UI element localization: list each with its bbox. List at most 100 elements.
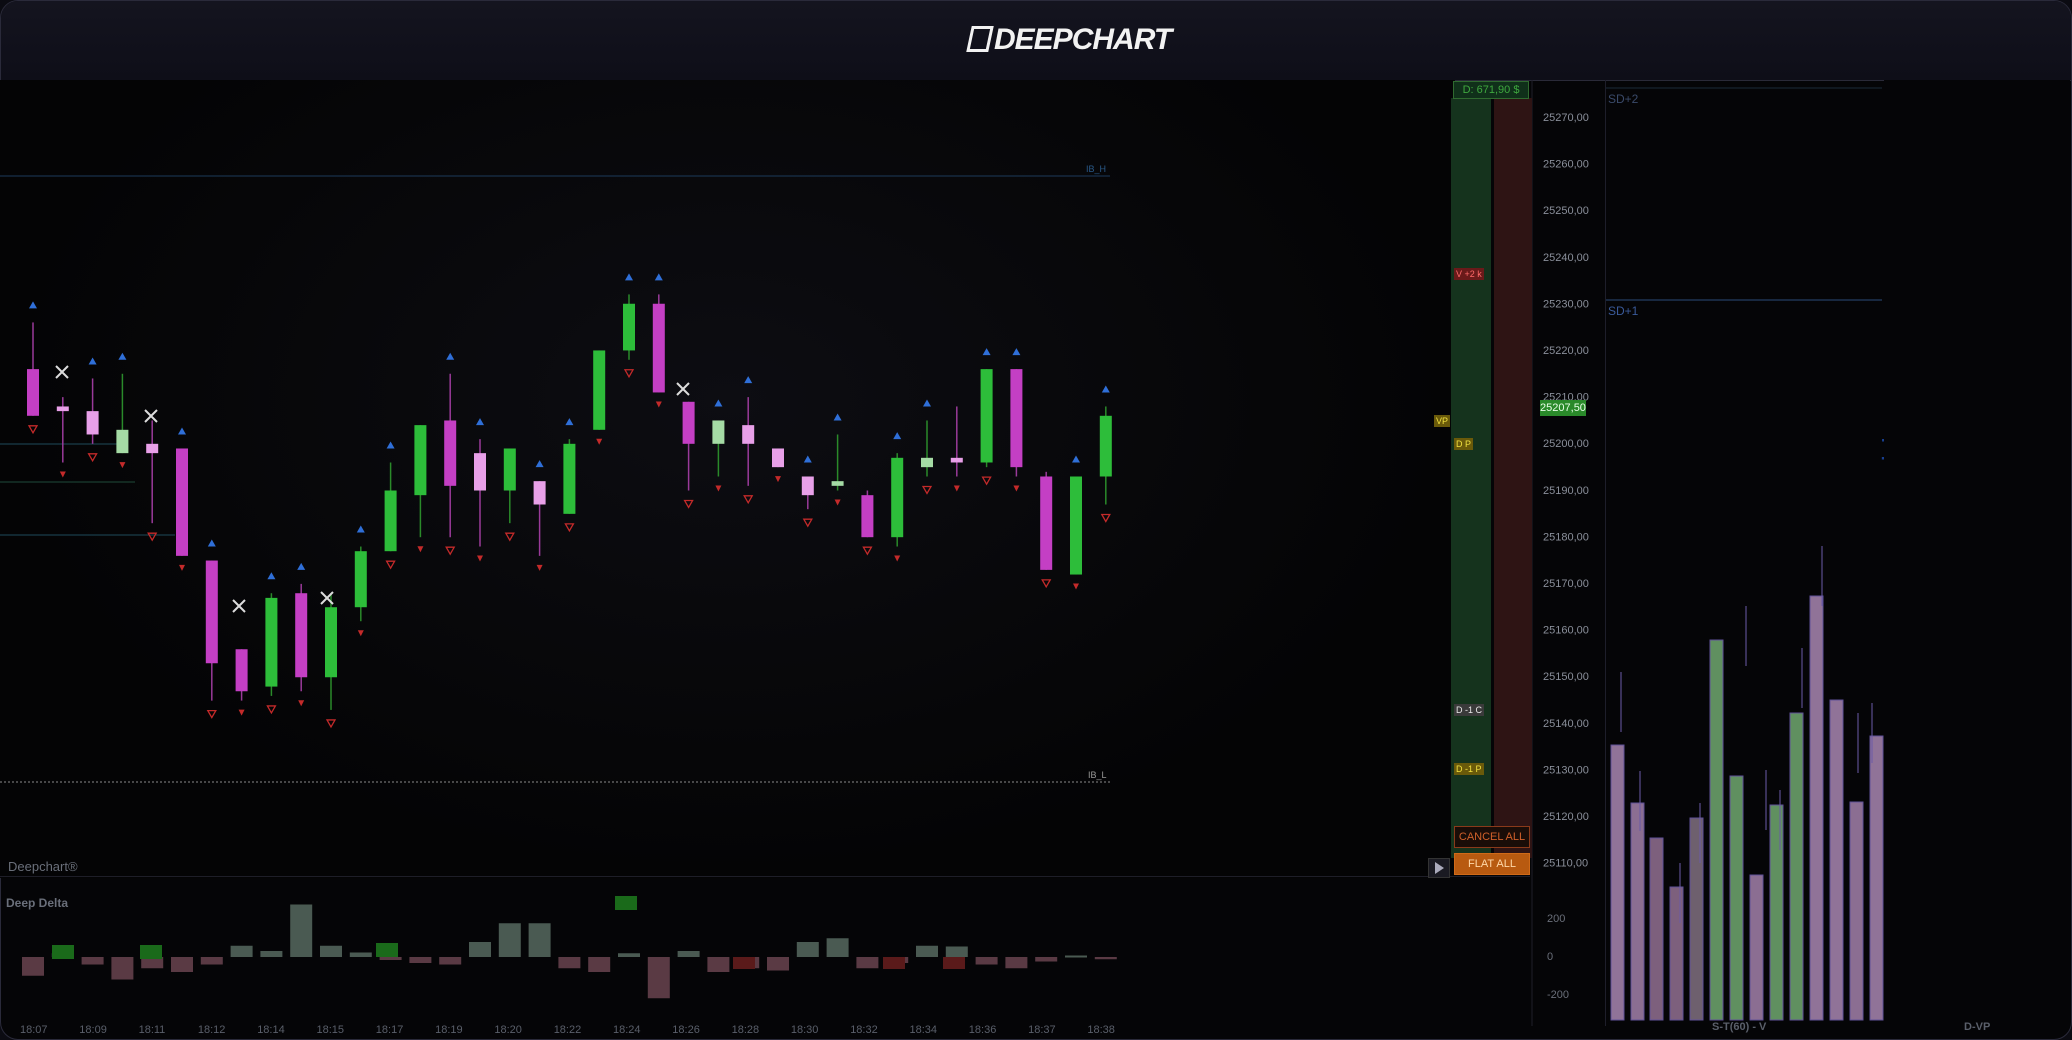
- buy-signal-icon: [803, 455, 812, 463]
- sell-signal-icon: [147, 532, 158, 542]
- delta-bar: [677, 951, 700, 957]
- candle-body[interactable]: [652, 303, 665, 393]
- delta-highlight: [140, 945, 162, 959]
- buy-signal-icon: [833, 413, 842, 421]
- candle-body[interactable]: [1099, 415, 1112, 477]
- candle-body[interactable]: [742, 425, 755, 444]
- candle-body[interactable]: [950, 457, 963, 463]
- sell-signal-icon: [206, 709, 217, 719]
- candle-body[interactable]: [235, 649, 248, 692]
- candle-body[interactable]: [474, 453, 486, 491]
- candle-body[interactable]: [593, 350, 606, 430]
- dom-ask-column[interactable]: [1494, 98, 1532, 858]
- candle-body[interactable]: [891, 457, 904, 538]
- candle-body[interactable]: [354, 551, 367, 608]
- delta-axis-label: 200: [1547, 913, 1565, 925]
- delta-bar: [528, 923, 551, 957]
- sell-signal-icon: [298, 700, 305, 707]
- delta-bar: [826, 938, 849, 957]
- sell-signal-icon: [894, 555, 901, 562]
- delta-bar: [498, 923, 521, 957]
- sd-plus1-label: SD+1: [1608, 304, 1639, 318]
- delta-bar: [439, 957, 462, 965]
- dom-order-tag[interactable]: D P: [1454, 438, 1474, 450]
- buy-signal-icon: [267, 572, 276, 580]
- short-term-volume-panel: [1605, 80, 1886, 1026]
- delta-bar: [1035, 957, 1058, 962]
- price-axis-label: 25120,00: [1543, 811, 1589, 823]
- delta-bar: [260, 951, 283, 957]
- candle-body[interactable]: [295, 593, 308, 678]
- candle-body[interactable]: [1070, 476, 1082, 575]
- candle-body[interactable]: [861, 495, 874, 538]
- candle-body[interactable]: [921, 457, 933, 468]
- delta-bar: [1094, 957, 1117, 960]
- flat-all-button[interactable]: FLAT ALL: [1454, 853, 1530, 875]
- candle-body[interactable]: [712, 420, 725, 444]
- price-axis-label: 25170,00: [1543, 578, 1589, 590]
- candle-body[interactable]: [682, 401, 695, 444]
- dom-order-tag[interactable]: V +2 k: [1454, 268, 1484, 280]
- time-axis-label: 18:20: [494, 1024, 522, 1036]
- delta-bar: [588, 957, 611, 972]
- candle-body[interactable]: [801, 476, 814, 496]
- delta-highlight: [52, 945, 74, 959]
- candle-body[interactable]: [533, 481, 546, 505]
- candle-body[interactable]: [563, 443, 576, 514]
- buy-signal-icon: [535, 460, 544, 468]
- candle-body[interactable]: [772, 448, 784, 468]
- sell-signal-icon: [834, 499, 841, 506]
- time-axis-label: 18:15: [317, 1024, 345, 1036]
- buy-signal-icon: [29, 301, 37, 309]
- price-axis-label: 25250,00: [1543, 205, 1589, 217]
- sell-signal-icon: [564, 523, 575, 533]
- price-axis-label: 25220,00: [1543, 345, 1589, 357]
- sell-signal-icon: [655, 401, 662, 408]
- candle-body[interactable]: [205, 560, 218, 664]
- candle-body[interactable]: [1010, 369, 1023, 468]
- candle-body[interactable]: [831, 481, 844, 486]
- dom-order-tag[interactable]: D -1 C: [1454, 704, 1485, 716]
- buy-signal-icon: [386, 441, 395, 449]
- candle-body[interactable]: [623, 303, 635, 351]
- candle-body[interactable]: [146, 443, 159, 454]
- candle-body[interactable]: [325, 607, 337, 678]
- price-axis-label: 25150,00: [1543, 671, 1589, 683]
- candle-body[interactable]: [980, 369, 993, 463]
- candle-body[interactable]: [116, 429, 129, 454]
- candle-body[interactable]: [56, 406, 69, 412]
- candle-body[interactable]: [1040, 476, 1053, 570]
- buy-signal-icon: [714, 399, 723, 407]
- candle-body[interactable]: [176, 448, 188, 556]
- sell-signal-icon: [802, 518, 813, 528]
- sell-signal-icon: [596, 438, 603, 445]
- play-icon[interactable]: [1428, 858, 1450, 878]
- dom-ladder[interactable]: [1450, 80, 1532, 878]
- sell-signal-icon: [357, 630, 364, 637]
- candle-body[interactable]: [384, 490, 397, 552]
- candle-body[interactable]: [414, 425, 427, 496]
- delta-bar: [379, 957, 402, 960]
- candle-body[interactable]: [27, 369, 39, 416]
- exit-marker-icon: [144, 409, 158, 423]
- delta-bar: [975, 957, 998, 965]
- candle-body[interactable]: [444, 420, 457, 486]
- dom-order-tag[interactable]: D -1 P: [1454, 763, 1484, 775]
- time-axis-label: 18:11: [139, 1024, 166, 1036]
- candle-body[interactable]: [86, 411, 99, 435]
- sell-signal-icon: [59, 471, 66, 478]
- dom-bid-column[interactable]: [1451, 98, 1491, 858]
- watermark: Deepchart®: [8, 859, 78, 874]
- buy-signal-icon: [1072, 455, 1080, 463]
- delta-bar: [618, 953, 640, 957]
- time-axis-label: 18:26: [672, 1024, 700, 1036]
- price-axis-label: 25160,00: [1543, 625, 1589, 637]
- time-axis-label: 18:37: [1028, 1024, 1056, 1036]
- time-axis-label: 18:32: [850, 1024, 878, 1036]
- price-axis-label: 25110,00: [1543, 858, 1588, 870]
- buy-signal-icon: [982, 348, 991, 356]
- cancel-all-button[interactable]: CANCEL ALL: [1454, 826, 1530, 848]
- candle-body[interactable]: [503, 448, 516, 491]
- sell-signal-icon: [1073, 583, 1079, 590]
- candle-body[interactable]: [265, 597, 278, 687]
